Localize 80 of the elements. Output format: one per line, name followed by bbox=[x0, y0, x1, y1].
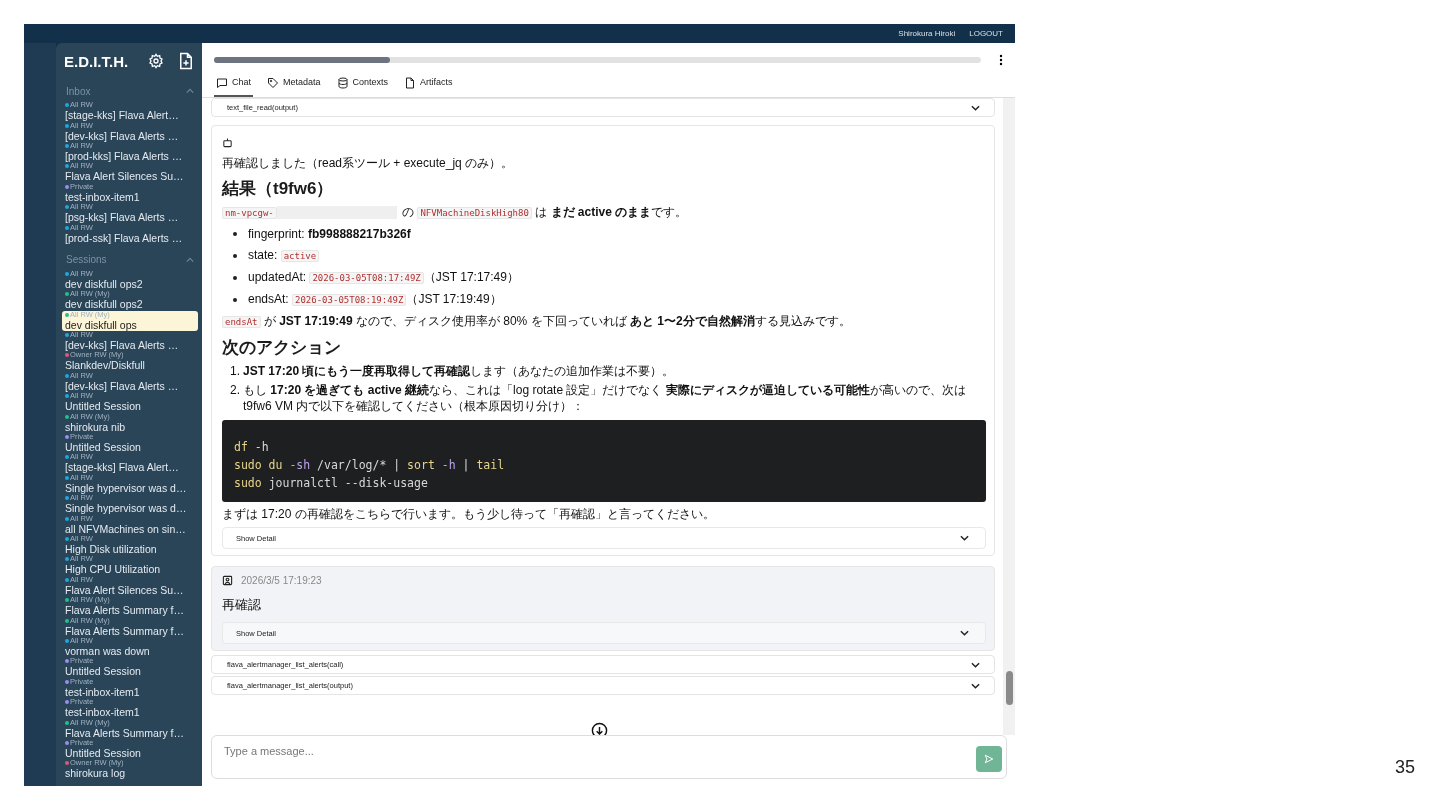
session-title: Slankdev/Diskfull bbox=[65, 359, 146, 372]
session-title: Single hypervisor was d… bbox=[65, 481, 188, 494]
new-file-icon[interactable] bbox=[178, 52, 195, 70]
session-title: [stage-kks] Flava Alert… bbox=[65, 109, 180, 122]
session-title: test-inbox-item1 bbox=[65, 190, 141, 203]
session-title: [stage-kks] Flava Alert… bbox=[65, 461, 180, 474]
session-title: dev diskfull ops2 bbox=[65, 277, 144, 290]
session-title: Flava Alerts Summary f… bbox=[65, 604, 186, 617]
chevron-down-icon bbox=[971, 104, 980, 111]
message-timestamp: 2026/3/5 17:19:23 bbox=[241, 575, 322, 586]
session-title: dev diskfull ops2 bbox=[65, 298, 144, 311]
list-item-text: endsAt: 2026-03-05T08:19:49Z （JST 17:19:49） bbox=[248, 291, 502, 308]
settings-icon[interactable] bbox=[148, 53, 165, 69]
message-text: 再確認 bbox=[222, 596, 262, 614]
message-paragraph: nm-vpcgw- の NFVMachineDiskHigh80 は まだ active のままです。 bbox=[222, 204, 986, 221]
list-item-text: JST 17:20 頃にもう一度再取得して再確認します（あなたの追加作業は不要）。 bbox=[243, 363, 675, 379]
list-item-text: fingerprint: fb998888217b326f bbox=[248, 226, 411, 242]
logout-button[interactable]: LOGOUT bbox=[969, 29, 1003, 38]
message-input[interactable]: Type a message... bbox=[211, 735, 1007, 779]
session-title: dev diskfull ops bbox=[65, 318, 138, 331]
bullet-icon bbox=[233, 232, 237, 236]
section-label: Sessions bbox=[66, 254, 107, 266]
tab[interactable]: Metadata bbox=[265, 77, 323, 97]
session-title: High Disk utilization bbox=[65, 543, 158, 555]
file-icon bbox=[404, 77, 417, 89]
menu-icon[interactable] bbox=[999, 54, 1003, 66]
app-title: E.D.I.T.H. bbox=[64, 52, 129, 70]
session-title: Untitled Session bbox=[65, 665, 142, 678]
message-heading: 結果（t9fw6） bbox=[222, 178, 335, 200]
session-title: Flava Alert Silences Su… bbox=[65, 170, 185, 183]
session-title: Flava Alerts Summary f… bbox=[65, 624, 186, 637]
session-title: test-inbox-item1 bbox=[65, 685, 141, 698]
list-number: 2. bbox=[230, 382, 240, 398]
tab[interactable]: Artifacts bbox=[402, 77, 455, 97]
bullet-icon bbox=[233, 297, 237, 302]
scroll-down-icon[interactable] bbox=[591, 722, 608, 735]
session-title: High CPU Utilization bbox=[65, 563, 162, 576]
chevron-down-icon bbox=[971, 661, 980, 668]
session-title: Single hypervisor was d… bbox=[65, 502, 188, 515]
user-name: Shirokura Hiroki bbox=[898, 29, 956, 38]
message-heading: 次のアクション bbox=[222, 337, 342, 359]
session-title: shirokura log bbox=[65, 767, 127, 780]
tag-icon bbox=[267, 77, 279, 89]
list-item-text: updatedAt: 2026-03-05T08:17:49Z （JST 17:17:49） bbox=[248, 269, 519, 286]
message-paragraph: まずは 17:20 の再確認をこちらで行います。もう少し待って「再確認」と言ってください。 bbox=[222, 506, 716, 522]
session-title: [psg-kks] Flava Alerts … bbox=[65, 211, 180, 224]
chevron-down-icon bbox=[960, 630, 969, 636]
page-number: 35 bbox=[1395, 757, 1416, 778]
database-icon bbox=[336, 77, 349, 89]
session-title: Flava Alert Silences Su… bbox=[65, 583, 185, 596]
chevron-down-icon bbox=[971, 682, 980, 689]
list-item-text: もし 17:20 を過ぎても active 継続なら、これは「log rotate 設定」だけでなく 実際にディスクが逼迫している可能性が高いので、次は t9fw6 VM 内で以下を確認してください（根本原因切り分け）： bbox=[243, 382, 967, 414]
session-title: [dev-kks] Flava Alerts … bbox=[65, 129, 180, 142]
session-title: shirokura nib bbox=[65, 420, 127, 433]
robot-icon bbox=[222, 137, 233, 148]
message-paragraph: endsAt が JST 17:19:49 なので、ディスク使用率が 80% を下回っていれば あと 1〜2分で自然解消する見込みです。 bbox=[222, 313, 986, 330]
tab[interactable]: Contexts bbox=[334, 77, 391, 97]
section-label: Inbox bbox=[66, 85, 91, 97]
user-icon bbox=[222, 575, 233, 586]
session-title: Untitled Session bbox=[65, 400, 142, 413]
session-title: all NFVMachines on sin… bbox=[65, 522, 187, 535]
bullet-icon bbox=[233, 253, 237, 258]
chat-icon bbox=[216, 77, 228, 89]
list-item-text: state: active bbox=[248, 247, 320, 264]
session-title: Untitled Session bbox=[65, 441, 142, 454]
session-title: [dev-kks] Flava Alerts … bbox=[65, 339, 180, 352]
bullet-icon bbox=[233, 275, 237, 280]
scrollbar-thumb[interactable] bbox=[1006, 671, 1013, 705]
list-number: 1. bbox=[230, 363, 240, 379]
session-title: [dev-kks] Flava Alerts … bbox=[65, 379, 180, 392]
session-title: Flava Alerts Summary f… bbox=[65, 726, 186, 739]
session-title: [prod-ssk] Flava Alerts … bbox=[65, 231, 184, 244]
code-block: df -h sudo du -sh /var/log/* | sort -h | tail sudo journalctl --disk-usage bbox=[222, 420, 986, 502]
session-title: [prod-kks] Flava Alerts … bbox=[65, 149, 184, 162]
send-icon bbox=[984, 754, 994, 764]
session-title: Untitled Session bbox=[65, 746, 142, 759]
chevron-down-icon bbox=[960, 535, 969, 541]
session-title: test-inbox-item1 bbox=[65, 706, 141, 719]
session-title: vorman was down bbox=[65, 644, 151, 657]
message-paragraph: 再確認しました（read系ツール + execute_jq のみ）。 bbox=[222, 155, 515, 171]
